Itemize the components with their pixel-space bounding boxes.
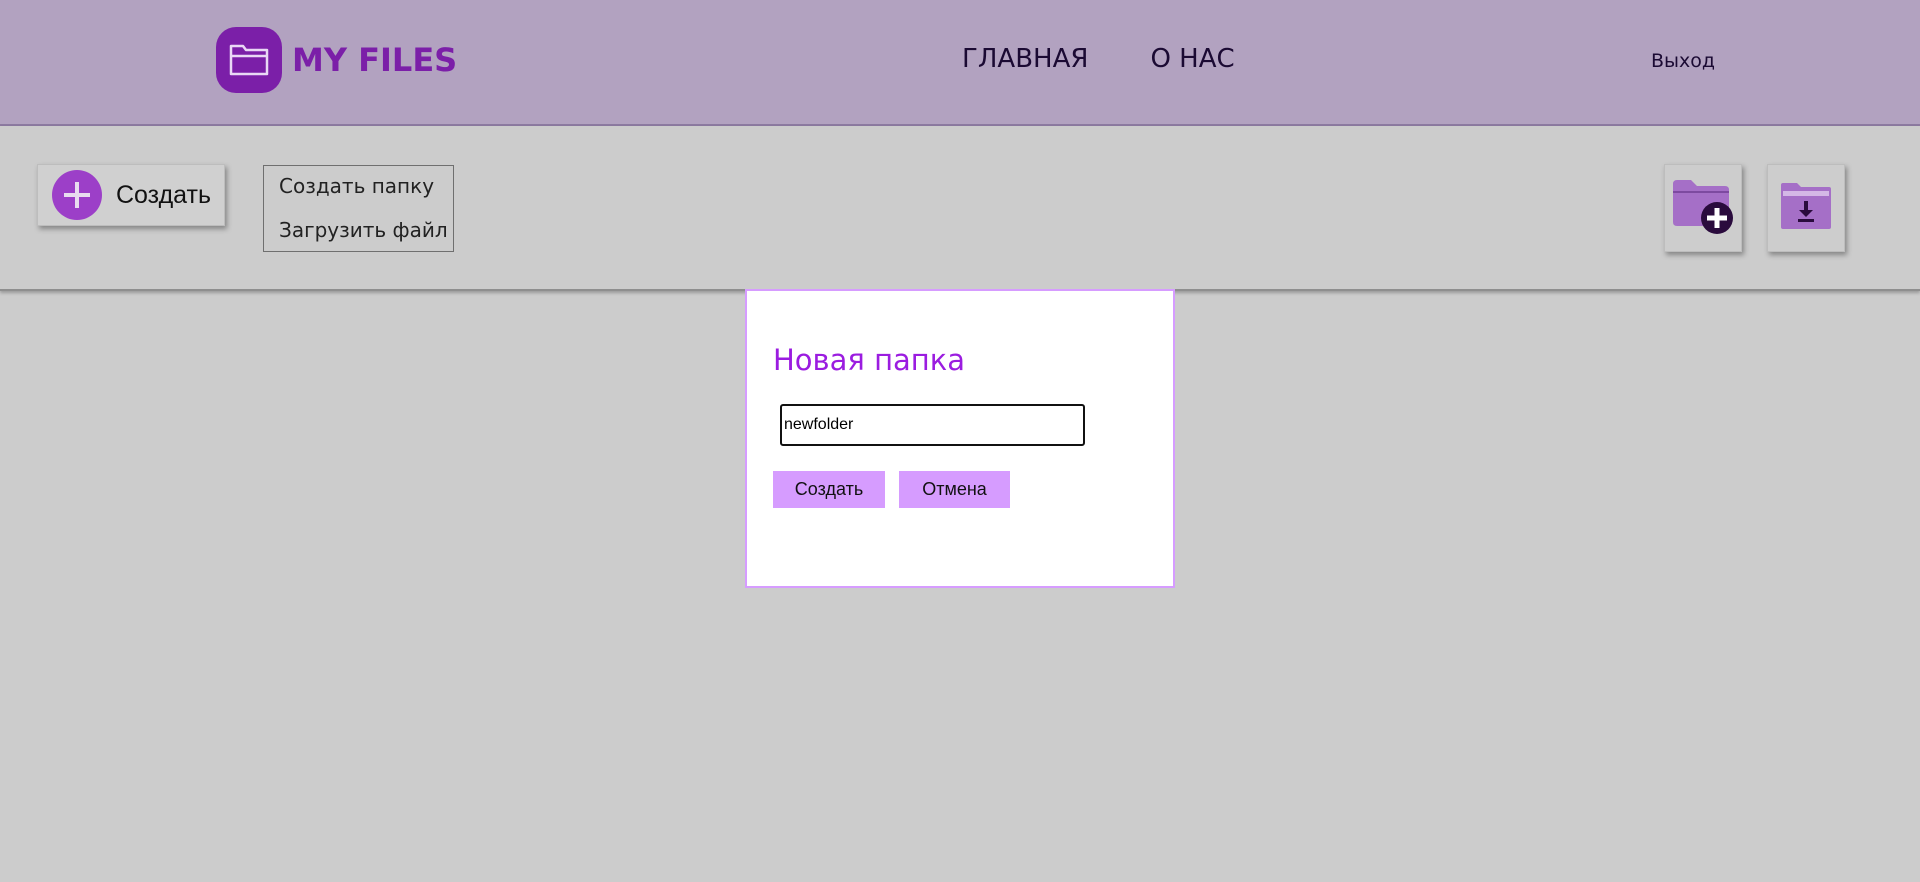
- new-folder-dialog: Новая папка Создать Отмена: [745, 289, 1175, 588]
- dialog-create-button[interactable]: Создать: [773, 471, 885, 508]
- download-folder-icon: [1779, 181, 1833, 235]
- logo[interactable]: MY FILES: [216, 27, 457, 93]
- create-menu: Создать папку Загрузить файл: [263, 165, 454, 252]
- header: MY FILES ГЛАВНАЯ О НАС Выход: [0, 0, 1920, 126]
- create-button[interactable]: Создать: [37, 164, 225, 226]
- nav-about[interactable]: О НАС: [1150, 44, 1234, 74]
- dialog-cancel-button[interactable]: Отмена: [899, 471, 1010, 508]
- dialog-title: Новая папка: [773, 343, 966, 377]
- download-folder-button[interactable]: [1767, 164, 1845, 252]
- menu-item-upload-file[interactable]: Загрузить файл: [279, 218, 448, 242]
- plus-icon: [52, 170, 102, 220]
- main-nav: ГЛАВНАЯ О НАС: [962, 44, 1235, 74]
- menu-item-create-folder[interactable]: Создать папку: [279, 174, 434, 198]
- new-folder-icon: [1671, 178, 1735, 238]
- new-folder-button[interactable]: [1664, 164, 1742, 252]
- logout-link[interactable]: Выход: [1651, 50, 1715, 72]
- create-button-label: Создать: [116, 180, 212, 209]
- nav-home[interactable]: ГЛАВНАЯ: [962, 44, 1088, 74]
- folder-logo-icon: [216, 27, 282, 93]
- folder-name-input[interactable]: [780, 404, 1085, 446]
- logo-text: MY FILES: [292, 41, 458, 79]
- toolbar: Создать Создать папку Загрузить файл: [0, 126, 1920, 291]
